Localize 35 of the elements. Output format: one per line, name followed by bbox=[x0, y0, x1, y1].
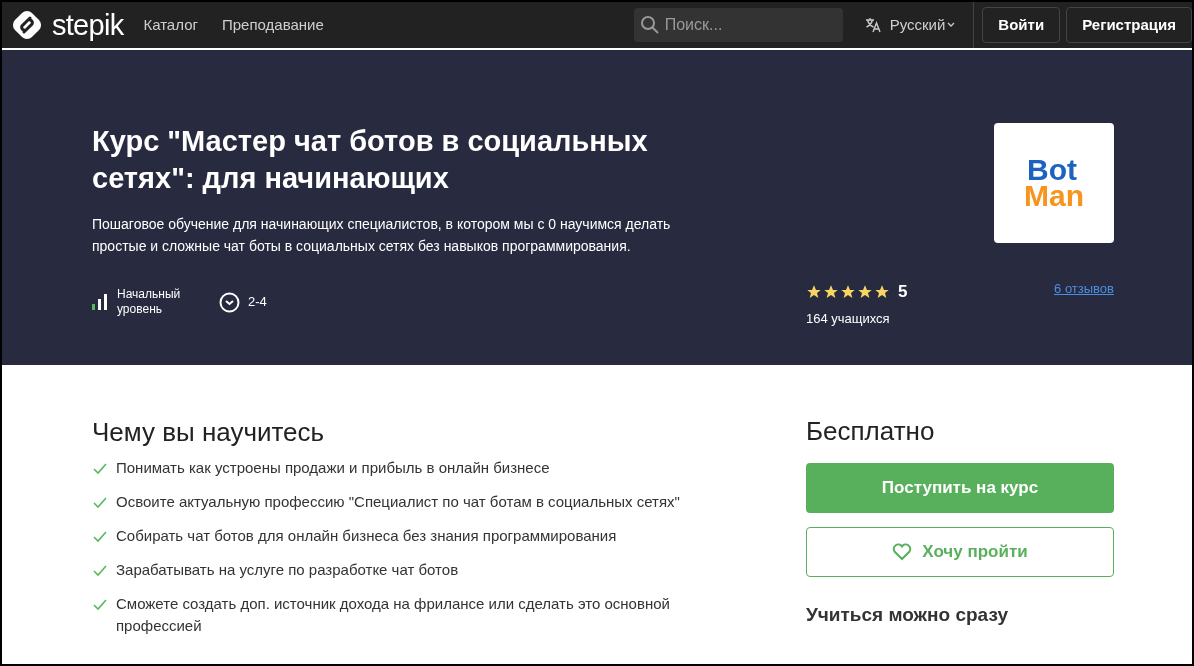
price-text: Бесплатно bbox=[806, 415, 936, 447]
start-note: Учиться можно сразу bbox=[806, 603, 1009, 627]
level-label: Начальный уровень bbox=[117, 287, 182, 317]
course-title: Курс "Мастер чат ботов в социальных сетях": для начинающих bbox=[92, 124, 649, 196]
cover-text: Bot bbox=[1027, 157, 1077, 183]
language-dropdown[interactable]: Русский bbox=[889, 13, 956, 37]
learning-outcome: Понимать как устроены продажи и прибыль в онлайн бизнесе bbox=[116, 458, 551, 478]
login-button[interactable]: Войти bbox=[982, 7, 1061, 43]
translate-icon bbox=[864, 17, 882, 33]
check-icon bbox=[92, 529, 108, 545]
check-icon bbox=[92, 495, 108, 511]
reviews-link[interactable]: 6 отзывов bbox=[1054, 279, 1114, 299]
check-icon bbox=[92, 461, 108, 477]
caret-icon bbox=[947, 22, 956, 28]
learning-outcome: Зарабатывать на услуге по разработке чат ботов bbox=[116, 560, 460, 580]
level-bars-icon bbox=[92, 294, 107, 310]
learning-outcome: Освоите актуальную профессию "Специалист по чат ботам в социальных сетях" bbox=[116, 492, 681, 512]
search-field[interactable]: Поиск... bbox=[633, 8, 843, 42]
students-count: 164 учащихся bbox=[806, 309, 891, 328]
register-button[interactable]: Регистрация bbox=[1066, 7, 1192, 43]
logo-text[interactable]: stepik bbox=[52, 10, 124, 40]
cover-text: Man bbox=[1024, 183, 1084, 209]
learning-outcome: Сможете создать доп. источник дохода на фрилансе или сделать это основной профессией bbox=[116, 594, 671, 636]
check-icon bbox=[92, 563, 108, 579]
search-icon bbox=[639, 15, 660, 35]
check-icon bbox=[92, 597, 108, 613]
rating-value: 5 bbox=[898, 281, 908, 303]
nav-link[interactable]: Преподавание bbox=[221, 13, 324, 37]
heart-icon bbox=[892, 543, 913, 561]
clock-icon bbox=[219, 291, 240, 313]
section-heading: Чему вы научитесь bbox=[92, 416, 326, 449]
nav-link[interactable]: Каталог bbox=[143, 13, 198, 37]
duration-text: 2-4 bbox=[248, 293, 267, 312]
course-description: Пошаговое обучение для начинающих специалистов, в котором мы с 0 научимся делать простые и сложные чат боты в социальных сетях без навыков программирования. bbox=[92, 215, 672, 256]
learning-outcome: Собирать чат ботов для онлайн бизнеса без знания программирования bbox=[116, 526, 618, 546]
